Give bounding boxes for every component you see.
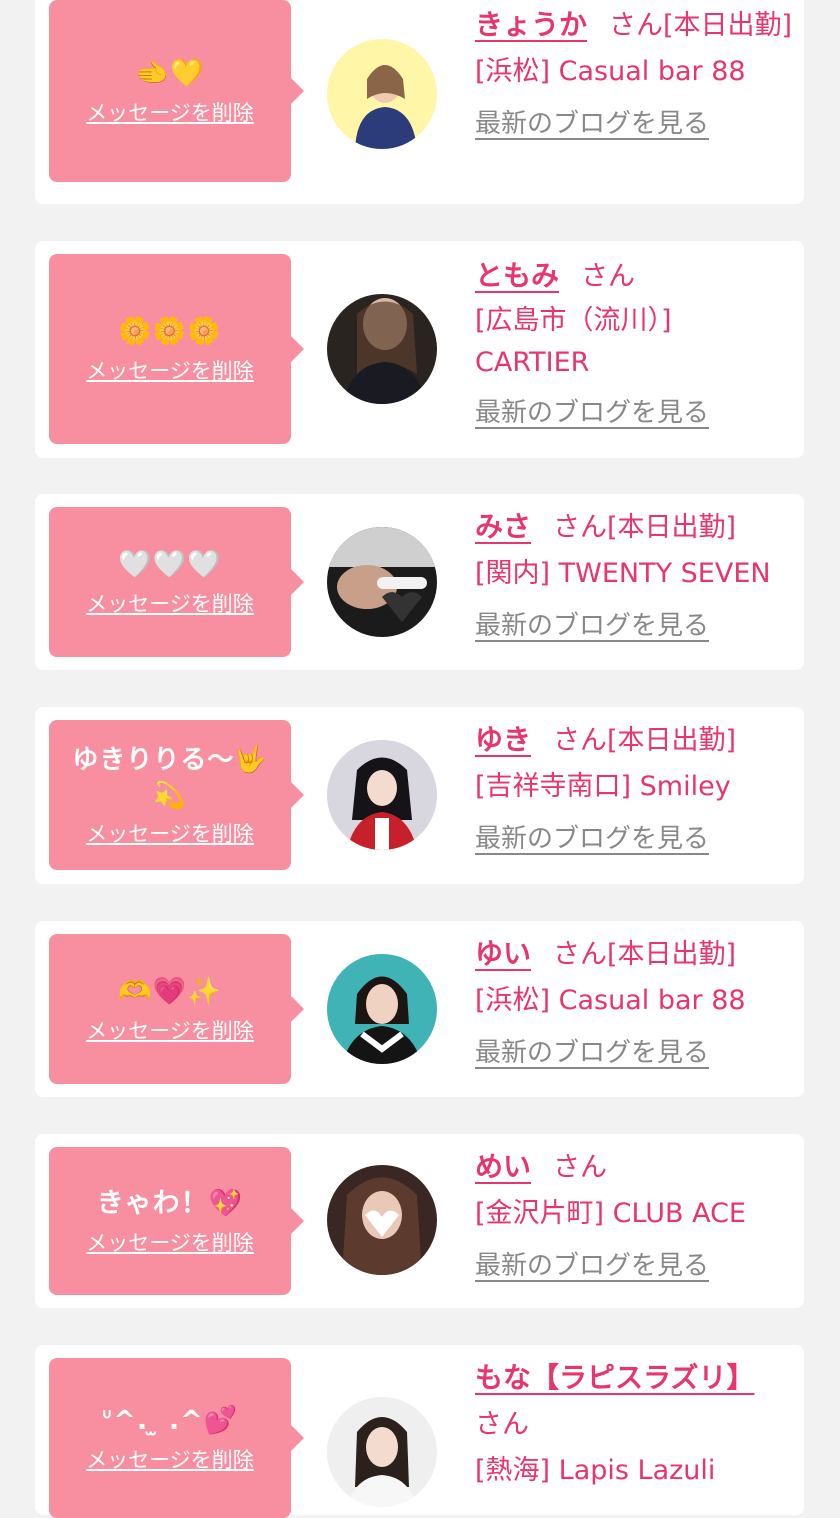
latest-blog-link[interactable]: 最新のブログを見る <box>475 390 709 436</box>
delete-message-link[interactable]: メッセージを削除 <box>86 1227 254 1257</box>
cast-name-link[interactable]: きょうか <box>475 8 587 41</box>
avatar[interactable] <box>327 294 437 404</box>
shop-name: [金沢片町] CLUB ACE <box>475 1198 746 1229</box>
latest-blog-link[interactable]: 最新のブログを見る <box>475 101 709 147</box>
shop-name: [熱海] Lapis Lazuli <box>475 1455 716 1486</box>
message-text: 🤍🤍🤍 <box>118 549 222 580</box>
cast-name-link[interactable]: ゆい <box>475 937 531 970</box>
cast-info: ゆい さん[本日出勤] [浜松] Casual bar 88 最新のブログを見る <box>475 931 797 1076</box>
cast-name-link[interactable]: みさ <box>475 510 531 543</box>
latest-blog-link[interactable]: 最新のブログを見る <box>475 816 709 862</box>
status-badge: [本日出勤] <box>607 725 737 756</box>
favorite-card: ᐡ^. ̫ .^💕 メッセージを削除 もな【ラピスラズリ】 さん [熱海] La… <box>35 1345 804 1518</box>
cast-info: ともみ さん [広島市（流川）] CARTIER 最新のブログを見る <box>475 253 797 436</box>
shop-name: [広島市（流川）] CARTIER <box>475 305 672 378</box>
status-badge: [本日出勤] <box>607 939 737 970</box>
avatar[interactable] <box>327 1165 437 1275</box>
status-badge: [本日出勤] <box>607 512 737 543</box>
message-bubble: ᐡ^. ̫ .^💕 メッセージを削除 <box>49 1358 304 1518</box>
cast-info: みさ さん[本日出勤] [関内] TWENTY SEVEN 最新のブログを見る <box>475 504 815 649</box>
status-badge: [本日出勤] <box>663 10 793 41</box>
latest-blog-link[interactable]: 最新のブログを見る <box>475 1243 709 1289</box>
shop-name: [関内] TWENTY SEVEN <box>475 558 771 589</box>
favorite-card: 🤍🤍🤍 メッセージを削除 みさ さん[本日出勤] [関内] TWENTY SEVE… <box>35 494 804 670</box>
favorite-card: 🫶💗✨ メッセージを削除 ゆい さん[本日出勤] [浜松] Casual bar … <box>35 921 804 1097</box>
message-text: 🫶💗✨ <box>118 976 222 1007</box>
message-bubble: 🌼🌼🌼 メッセージを削除 <box>49 254 304 444</box>
cast-info: もな【ラピスラズリ】 さん [熱海] Lapis Lazuli <box>475 1355 797 1494</box>
latest-blog-link[interactable]: 最新のブログを見る <box>475 603 709 649</box>
avatar[interactable] <box>327 1397 437 1507</box>
cast-info: めい さん [金沢片町] CLUB ACE 最新のブログを見る <box>475 1144 797 1289</box>
shop-name: [浜松] Casual bar 88 <box>475 56 746 87</box>
message-text: 🌼🌼🌼 <box>118 316 222 347</box>
cast-info: きょうか さん[本日出勤] [浜松] Casual bar 88 最新のブログを見… <box>475 2 797 147</box>
cast-name-link[interactable]: めい <box>475 1150 531 1183</box>
honorific: さん <box>553 725 608 756</box>
avatar[interactable] <box>327 740 437 850</box>
favorite-card: ゆきりりる〜🤟💫 メッセージを削除 ゆき さん[本日出勤] [吉祥寺南口] Smi… <box>35 707 804 884</box>
delete-message-link[interactable]: メッセージを削除 <box>86 818 254 848</box>
honorific: さん <box>581 261 636 292</box>
favorite-card: 🫲💛 メッセージを削除 きょうか さん[本日出勤] [浜松] Casual bar… <box>35 0 804 204</box>
message-bubble: 🤍🤍🤍 メッセージを削除 <box>49 507 304 657</box>
message-text: 🫲💛 <box>135 58 205 89</box>
honorific: さん <box>475 1409 529 1440</box>
shop-name: [浜松] Casual bar 88 <box>475 985 746 1016</box>
cast-name-link[interactable]: ゆき <box>475 723 531 756</box>
avatar[interactable] <box>327 954 437 1064</box>
cast-name-link[interactable]: ともみ <box>475 259 559 292</box>
delete-message-link[interactable]: メッセージを削除 <box>86 1444 254 1474</box>
message-text: ゆきりりる〜🤟💫 <box>72 745 268 811</box>
honorific: さん <box>553 512 608 543</box>
favorite-card: きゃわ！💖 メッセージを削除 めい さん [金沢片町] CLUB ACE 最新のブ… <box>35 1134 804 1308</box>
latest-blog-link[interactable]: 最新のブログを見る <box>475 1030 709 1076</box>
delete-message-link[interactable]: メッセージを削除 <box>86 97 254 127</box>
delete-message-link[interactable]: メッセージを削除 <box>86 1015 254 1045</box>
honorific: さん <box>553 939 608 970</box>
message-bubble: ゆきりりる〜🤟💫 メッセージを削除 <box>49 720 304 870</box>
message-bubble: 🫲💛 メッセージを削除 <box>49 0 304 182</box>
delete-message-link[interactable]: メッセージを削除 <box>86 355 254 385</box>
honorific: さん <box>609 10 664 41</box>
avatar[interactable] <box>327 527 437 637</box>
avatar[interactable] <box>327 39 437 149</box>
honorific: さん <box>553 1152 608 1183</box>
message-bubble: きゃわ！💖 メッセージを削除 <box>49 1147 304 1295</box>
message-text: きゃわ！💖 <box>96 1188 244 1219</box>
favorite-card: 🌼🌼🌼 メッセージを削除 ともみ さん [広島市（流川）] CARTIER 最新の… <box>35 241 804 458</box>
message-text: ᐡ^. ̫ .^💕 <box>101 1405 239 1436</box>
message-bubble: 🫶💗✨ メッセージを削除 <box>49 934 304 1084</box>
cast-name-link[interactable]: もな【ラピスラズリ】 <box>475 1361 754 1394</box>
cast-info: ゆき さん[本日出勤] [吉祥寺南口] Smiley 最新のブログを見る <box>475 717 797 862</box>
delete-message-link[interactable]: メッセージを削除 <box>86 588 254 618</box>
shop-name: [吉祥寺南口] Smiley <box>475 771 731 802</box>
